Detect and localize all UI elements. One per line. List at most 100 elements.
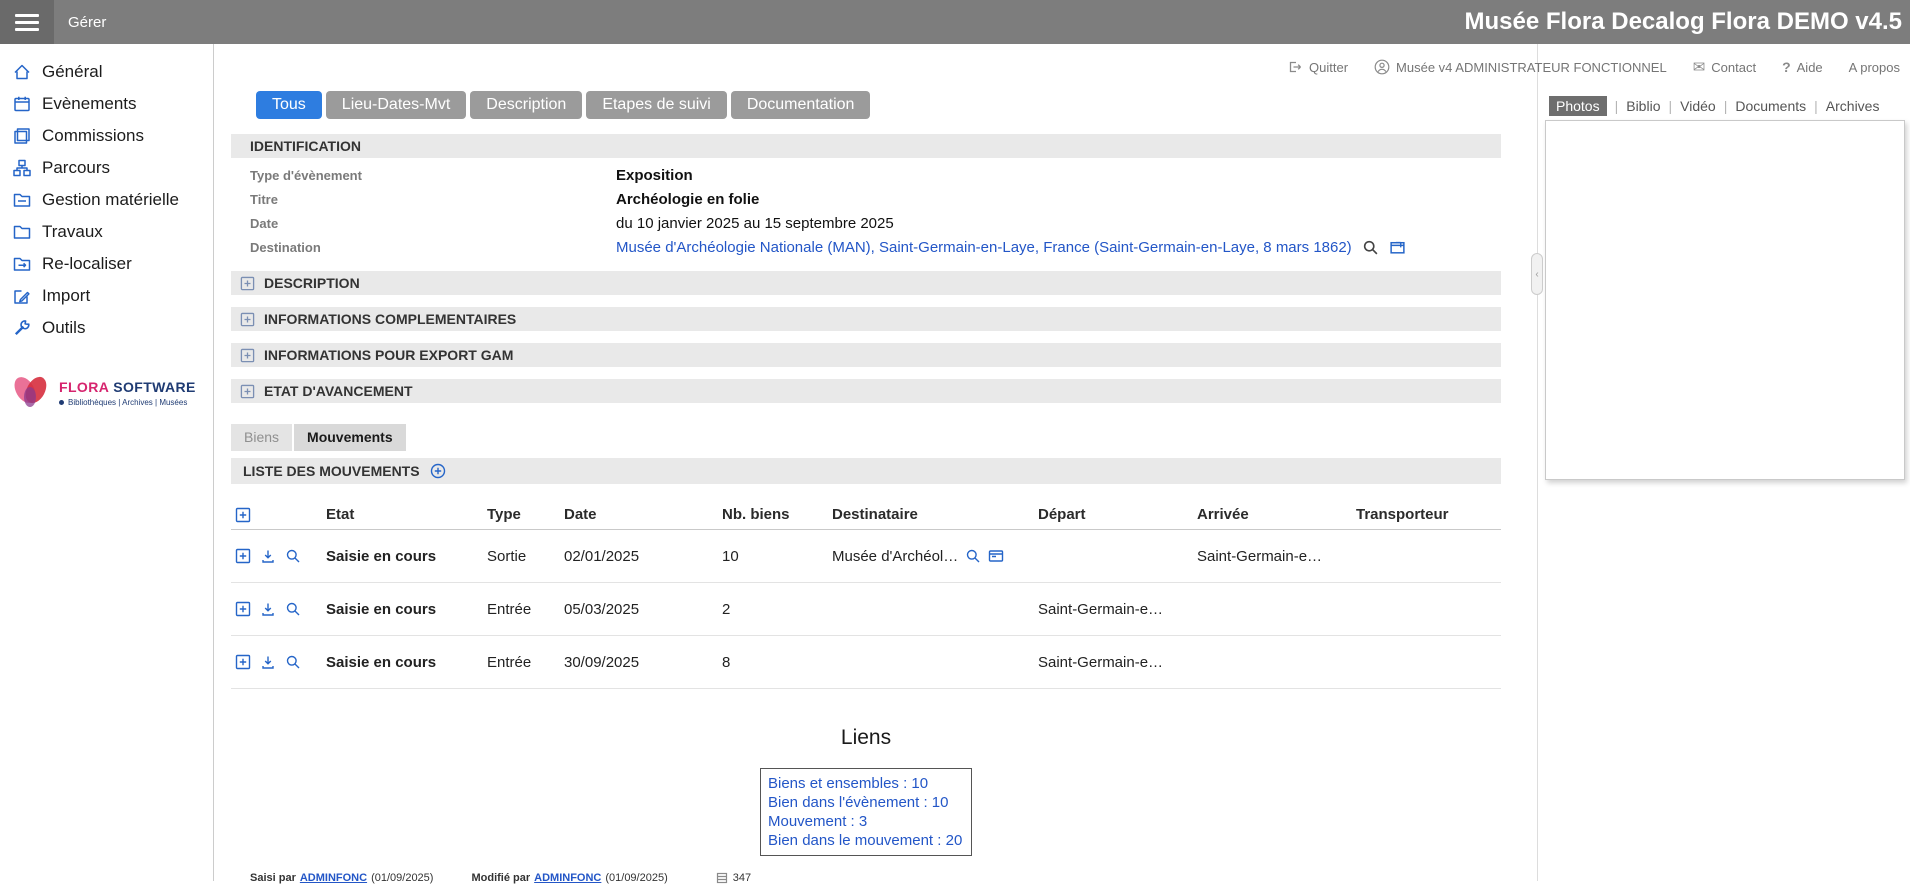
cell-depart: Saint-Germain-e… (1038, 654, 1197, 671)
field-label: Titre (250, 192, 616, 207)
record-tabs: Tous Lieu-Dates-Mvt Description Etapes d… (256, 91, 1501, 119)
section-label: INFORMATIONS COMPLEMENTAIRES (264, 311, 516, 327)
sidebar-item-label: Travaux (42, 222, 103, 242)
expand-row-icon[interactable] (235, 601, 251, 617)
help-icon: ? (1782, 59, 1791, 75)
section-etat-avancement[interactable]: ETAT D'AVANCEMENT (231, 379, 1501, 403)
field-label: Destination (250, 240, 616, 255)
col-depart: Départ (1038, 506, 1197, 523)
search-icon[interactable] (285, 601, 301, 617)
sidebar-item-evenements[interactable]: Evènements (0, 88, 213, 120)
movements-table: Etat Type Date Nb. biens Destinataire Dé… (231, 500, 1501, 689)
subtab-mouvements[interactable]: Mouvements (294, 424, 406, 451)
lien-biens-et-ensembles[interactable]: Biens et ensembles : 10 (768, 774, 964, 793)
sidebar-item-label: Evènements (42, 94, 137, 114)
section-informations-complementaires[interactable]: INFORMATIONS COMPLEMENTAIRES (231, 307, 1501, 331)
download-icon[interactable] (260, 601, 276, 617)
tab-documentation[interactable]: Documentation (731, 91, 871, 119)
cell-nb-biens: 10 (722, 548, 832, 565)
user-icon (1374, 59, 1390, 75)
cell-type: Entrée (487, 654, 564, 671)
expand-row-icon[interactable] (235, 654, 251, 670)
expand-plus-icon[interactable] (240, 384, 255, 399)
sidebar-item-relocaliser[interactable]: Re-localiser (0, 248, 213, 280)
sidebar-item-import[interactable]: Import (0, 280, 213, 312)
media-tab-photos[interactable]: Photos (1549, 96, 1607, 116)
download-icon[interactable] (260, 654, 276, 670)
panel-collapse-handle[interactable]: ‹ (1531, 253, 1543, 295)
media-tab-archives[interactable]: Archives (1826, 98, 1880, 114)
cell-type: Entrée (487, 601, 564, 618)
modifie-par-user-link[interactable]: ADMINFONC (534, 872, 601, 884)
section-informations-export-gam[interactable]: INFORMATIONS POUR EXPORT GAM (231, 343, 1501, 367)
field-titre: Titre Archéologie en folie (231, 187, 1501, 211)
identification-header: IDENTIFICATION (231, 134, 1501, 158)
search-icon[interactable] (285, 548, 301, 564)
sidebar-item-parcours[interactable]: Parcours (0, 152, 213, 184)
cell-type: Sortie (487, 548, 564, 565)
col-arrivee: Arrivée (1197, 506, 1356, 523)
sidebar: Général Evènements Commissions Parcours … (0, 44, 214, 881)
menu-label[interactable]: Gérer (68, 14, 106, 31)
sidebar-item-gestion-materielle[interactable]: Gestion matérielle (0, 184, 213, 216)
media-tab-video[interactable]: Vidéo (1680, 98, 1716, 114)
saisi-par-user-link[interactable]: ADMINFONC (300, 872, 367, 884)
destination-link[interactable]: Musée d'Archéologie Nationale (MAN), Sai… (616, 239, 1352, 256)
folder-move-icon (12, 254, 32, 274)
aide-button[interactable]: ? Aide (1782, 59, 1823, 75)
cell-date: 30/09/2025 (564, 654, 722, 671)
sidebar-item-general[interactable]: Général (0, 56, 213, 88)
add-movement-icon[interactable] (430, 463, 446, 479)
open-record-icon[interactable] (1389, 239, 1406, 256)
sidebar-item-travaux[interactable]: Travaux (0, 216, 213, 248)
tab-etapes-de-suivi[interactable]: Etapes de suivi (586, 91, 727, 119)
sidebar-item-label: Outils (42, 318, 85, 338)
sidebar-item-commissions[interactable]: Commissions (0, 120, 213, 152)
record-card-icon[interactable] (988, 548, 1004, 564)
field-type-evenement: Type d'évènement Exposition (231, 163, 1501, 187)
media-tab-separator: | (1724, 98, 1728, 114)
sidebar-item-outils[interactable]: Outils (0, 312, 213, 344)
expand-plus-icon[interactable] (240, 276, 255, 291)
field-value: Archéologie en folie (616, 191, 1501, 208)
tab-lieu-dates-mvt[interactable]: Lieu-Dates-Mvt (326, 91, 466, 119)
logo-suffix: SOFTWARE (113, 379, 196, 395)
cell-depart: Saint-Germain-e… (1038, 601, 1197, 618)
lien-bien-dans-evenement[interactable]: Bien dans l'évènement : 10 (768, 793, 964, 812)
lien-bien-dans-mouvement[interactable]: Bien dans le mouvement : 20 (768, 831, 964, 850)
folder-icon (12, 222, 32, 242)
field-label: Date (250, 216, 616, 231)
liste-mouvements-title: LISTE DES MOUVEMENTS (243, 463, 420, 479)
movement-subtabs: Biens Mouvements (231, 424, 1501, 451)
cell-nb-biens: 2 (722, 601, 832, 618)
liens-box: Biens et ensembles : 10 Bien dans l'évèn… (760, 768, 972, 856)
contact-button[interactable]: ✉ Contact (1693, 58, 1756, 76)
tab-description[interactable]: Description (470, 91, 582, 119)
expand-plus-icon[interactable] (240, 312, 255, 327)
home-icon (12, 62, 32, 82)
panel-divider (1537, 44, 1538, 881)
search-icon[interactable] (965, 548, 981, 564)
add-row-icon[interactable] (235, 507, 251, 523)
modifie-par-label: Modifié par (471, 872, 530, 884)
search-icon[interactable] (1362, 239, 1379, 256)
tab-tous[interactable]: Tous (256, 91, 322, 119)
cell-etat: Saisie en cours (326, 601, 487, 618)
calendar-icon (12, 94, 32, 114)
expand-plus-icon[interactable] (240, 348, 255, 363)
search-icon[interactable] (285, 654, 301, 670)
subtab-biens[interactable]: Biens (231, 424, 292, 451)
media-tab-separator: | (1814, 98, 1818, 114)
download-icon[interactable] (260, 548, 276, 564)
sidebar-item-label: Re-localiser (42, 254, 132, 274)
a-propos-button[interactable]: A propos (1849, 60, 1900, 75)
expand-row-icon[interactable] (235, 548, 251, 564)
quitter-button[interactable]: Quitter (1287, 59, 1348, 75)
section-description[interactable]: DESCRIPTION (231, 271, 1501, 295)
lien-mouvement[interactable]: Mouvement : 3 (768, 812, 964, 831)
hamburger-menu-button[interactable] (0, 0, 54, 44)
media-tab-documents[interactable]: Documents (1735, 98, 1806, 114)
media-tab-biblio[interactable]: Biblio (1626, 98, 1660, 114)
current-user[interactable]: Musée v4 ADMINISTRATEUR FONCTIONNEL (1374, 59, 1667, 75)
field-label: Type d'évènement (250, 168, 616, 183)
